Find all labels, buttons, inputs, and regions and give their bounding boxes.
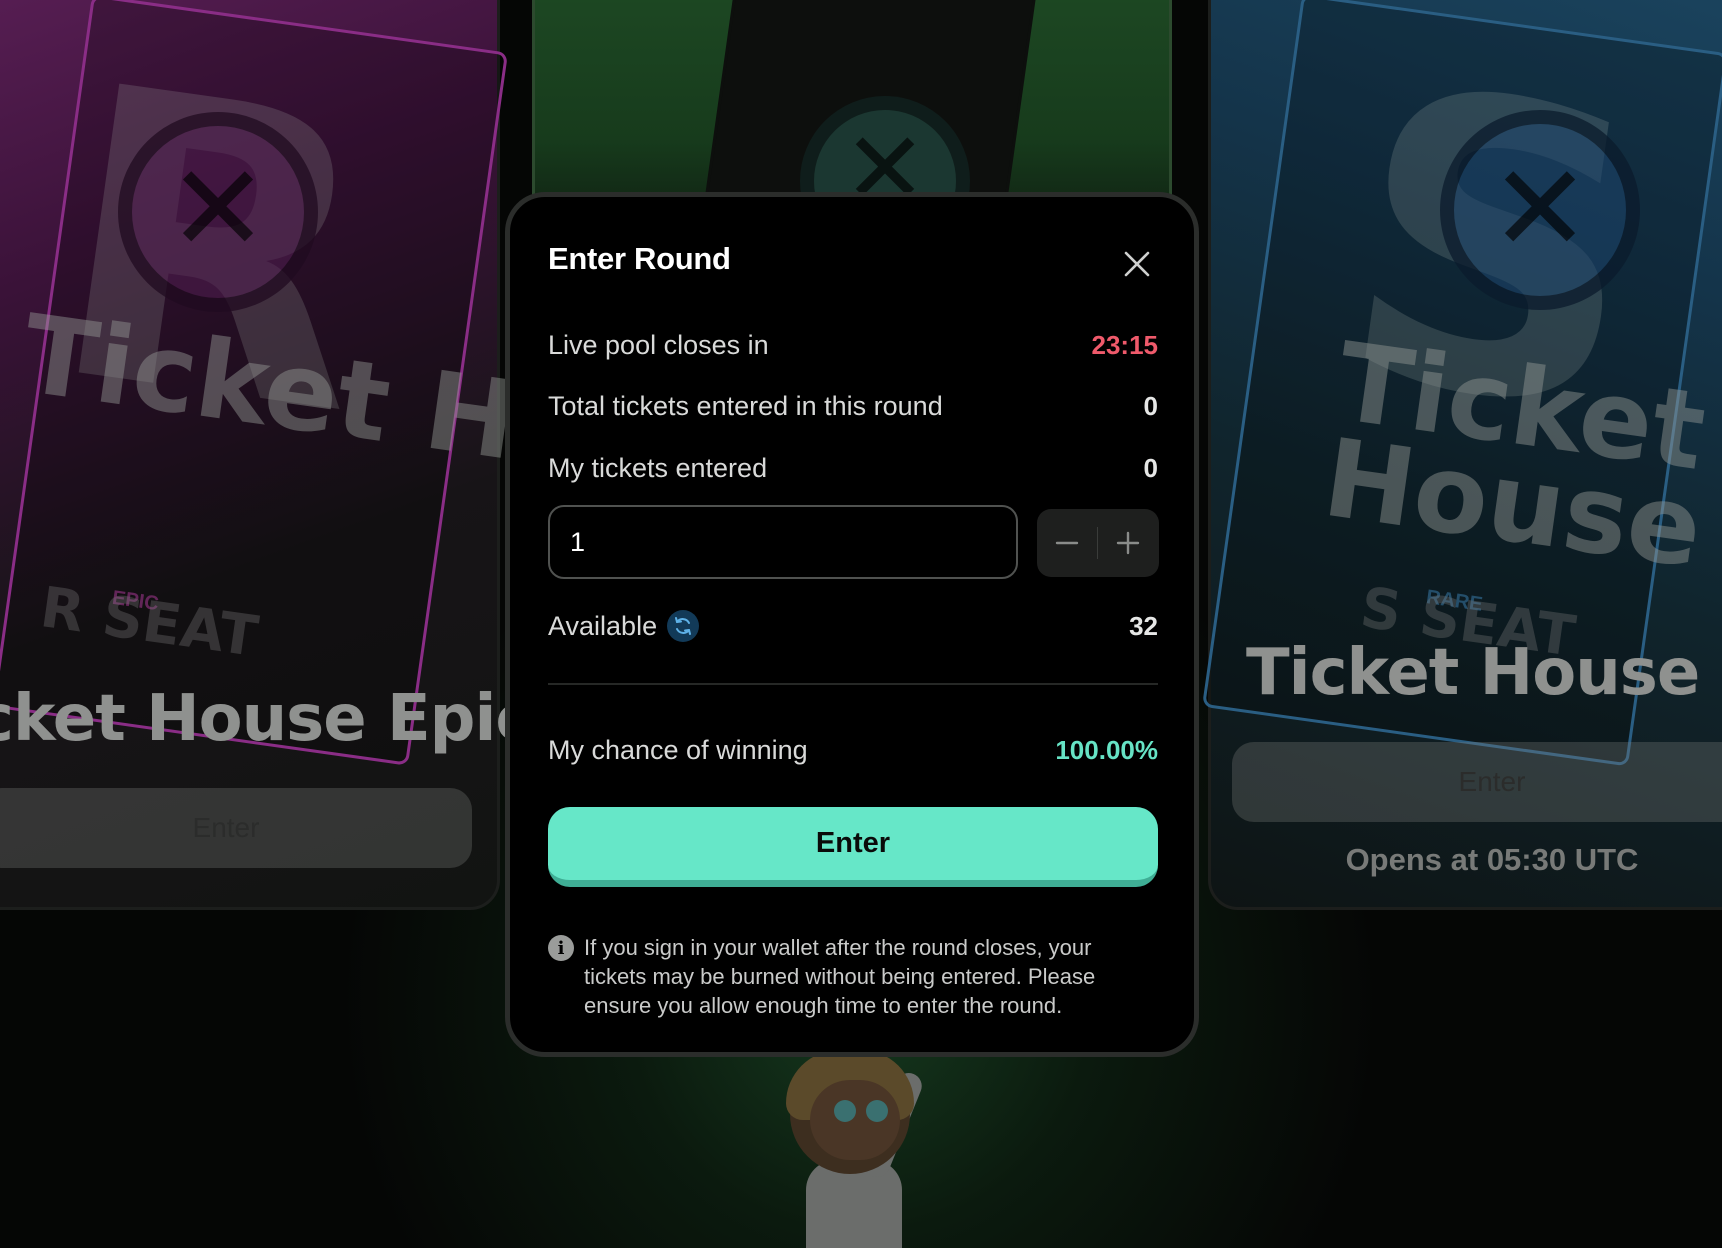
chance-value: 100.00%: [1055, 734, 1158, 765]
my-tickets-value: 0: [1143, 452, 1158, 483]
info-icon: i: [548, 935, 574, 961]
rare-ticket-word: Ticket House: [1316, 319, 1713, 593]
pool-closes-label: Live pool closes in: [548, 329, 769, 360]
plus-icon: [1116, 531, 1140, 555]
ticket-quantity-input[interactable]: [548, 505, 1018, 579]
my-tickets-row: My tickets entered 0: [548, 448, 1158, 488]
epic-card-title: cket House Epic: [0, 682, 533, 756]
available-value: 32: [1129, 610, 1158, 641]
section-divider: [548, 683, 1158, 685]
my-tickets-label: My tickets entered: [548, 452, 768, 483]
quantity-stepper: [1037, 509, 1159, 577]
page-background: R ✕ Ticket House EPIC R SEAT cket House …: [0, 0, 1722, 1248]
refresh-arrows-icon: [675, 617, 692, 635]
enter-round-modal: Enter Round Live pool closes in 23:15 To…: [505, 192, 1199, 1057]
enter-button[interactable]: Enter: [548, 807, 1158, 887]
rare-coin-x-icon: ✕: [1489, 140, 1591, 279]
total-tickets-row: Total tickets entered in this round 0: [548, 386, 1158, 426]
available-label: Available: [548, 610, 658, 641]
modal-title: Enter Round: [548, 241, 731, 276]
mascot-eye-icon: [866, 1100, 888, 1122]
available-row: Available 32: [548, 606, 1158, 646]
rare-opens-time: Opens at 05:30 UTC: [1345, 842, 1639, 877]
wallet-notice: i If you sign in your wallet after the r…: [548, 933, 1158, 1020]
close-icon: [1124, 251, 1150, 277]
chance-label: My chance of winning: [548, 734, 808, 765]
epic-coin-x-icon: ✕: [167, 140, 269, 279]
decrement-button[interactable]: [1037, 509, 1097, 577]
notice-text: If you sign in your wallet after the rou…: [584, 935, 1096, 1018]
minus-icon: [1055, 541, 1079, 545]
refresh-icon[interactable]: [667, 610, 700, 642]
total-tickets-value: 0: [1143, 390, 1158, 421]
mascot-face: [810, 1080, 900, 1160]
available-label-group: Available: [548, 610, 700, 642]
epic-enter-button[interactable]: Enter: [0, 788, 472, 868]
rare-enter-button[interactable]: Enter: [1232, 742, 1722, 822]
total-tickets-label: Total tickets entered in this round: [548, 390, 943, 421]
mascot-eye-icon: [834, 1100, 856, 1122]
close-button[interactable]: [1120, 247, 1154, 281]
chance-row: My chance of winning 100.00%: [548, 730, 1158, 770]
rare-card-title: Ticket House Ra: [1246, 636, 1722, 710]
pool-closes-timer: 23:15: [1091, 329, 1159, 360]
pool-closes-row: Live pool closes in 23:15: [548, 325, 1158, 365]
increment-button[interactable]: [1098, 509, 1158, 577]
